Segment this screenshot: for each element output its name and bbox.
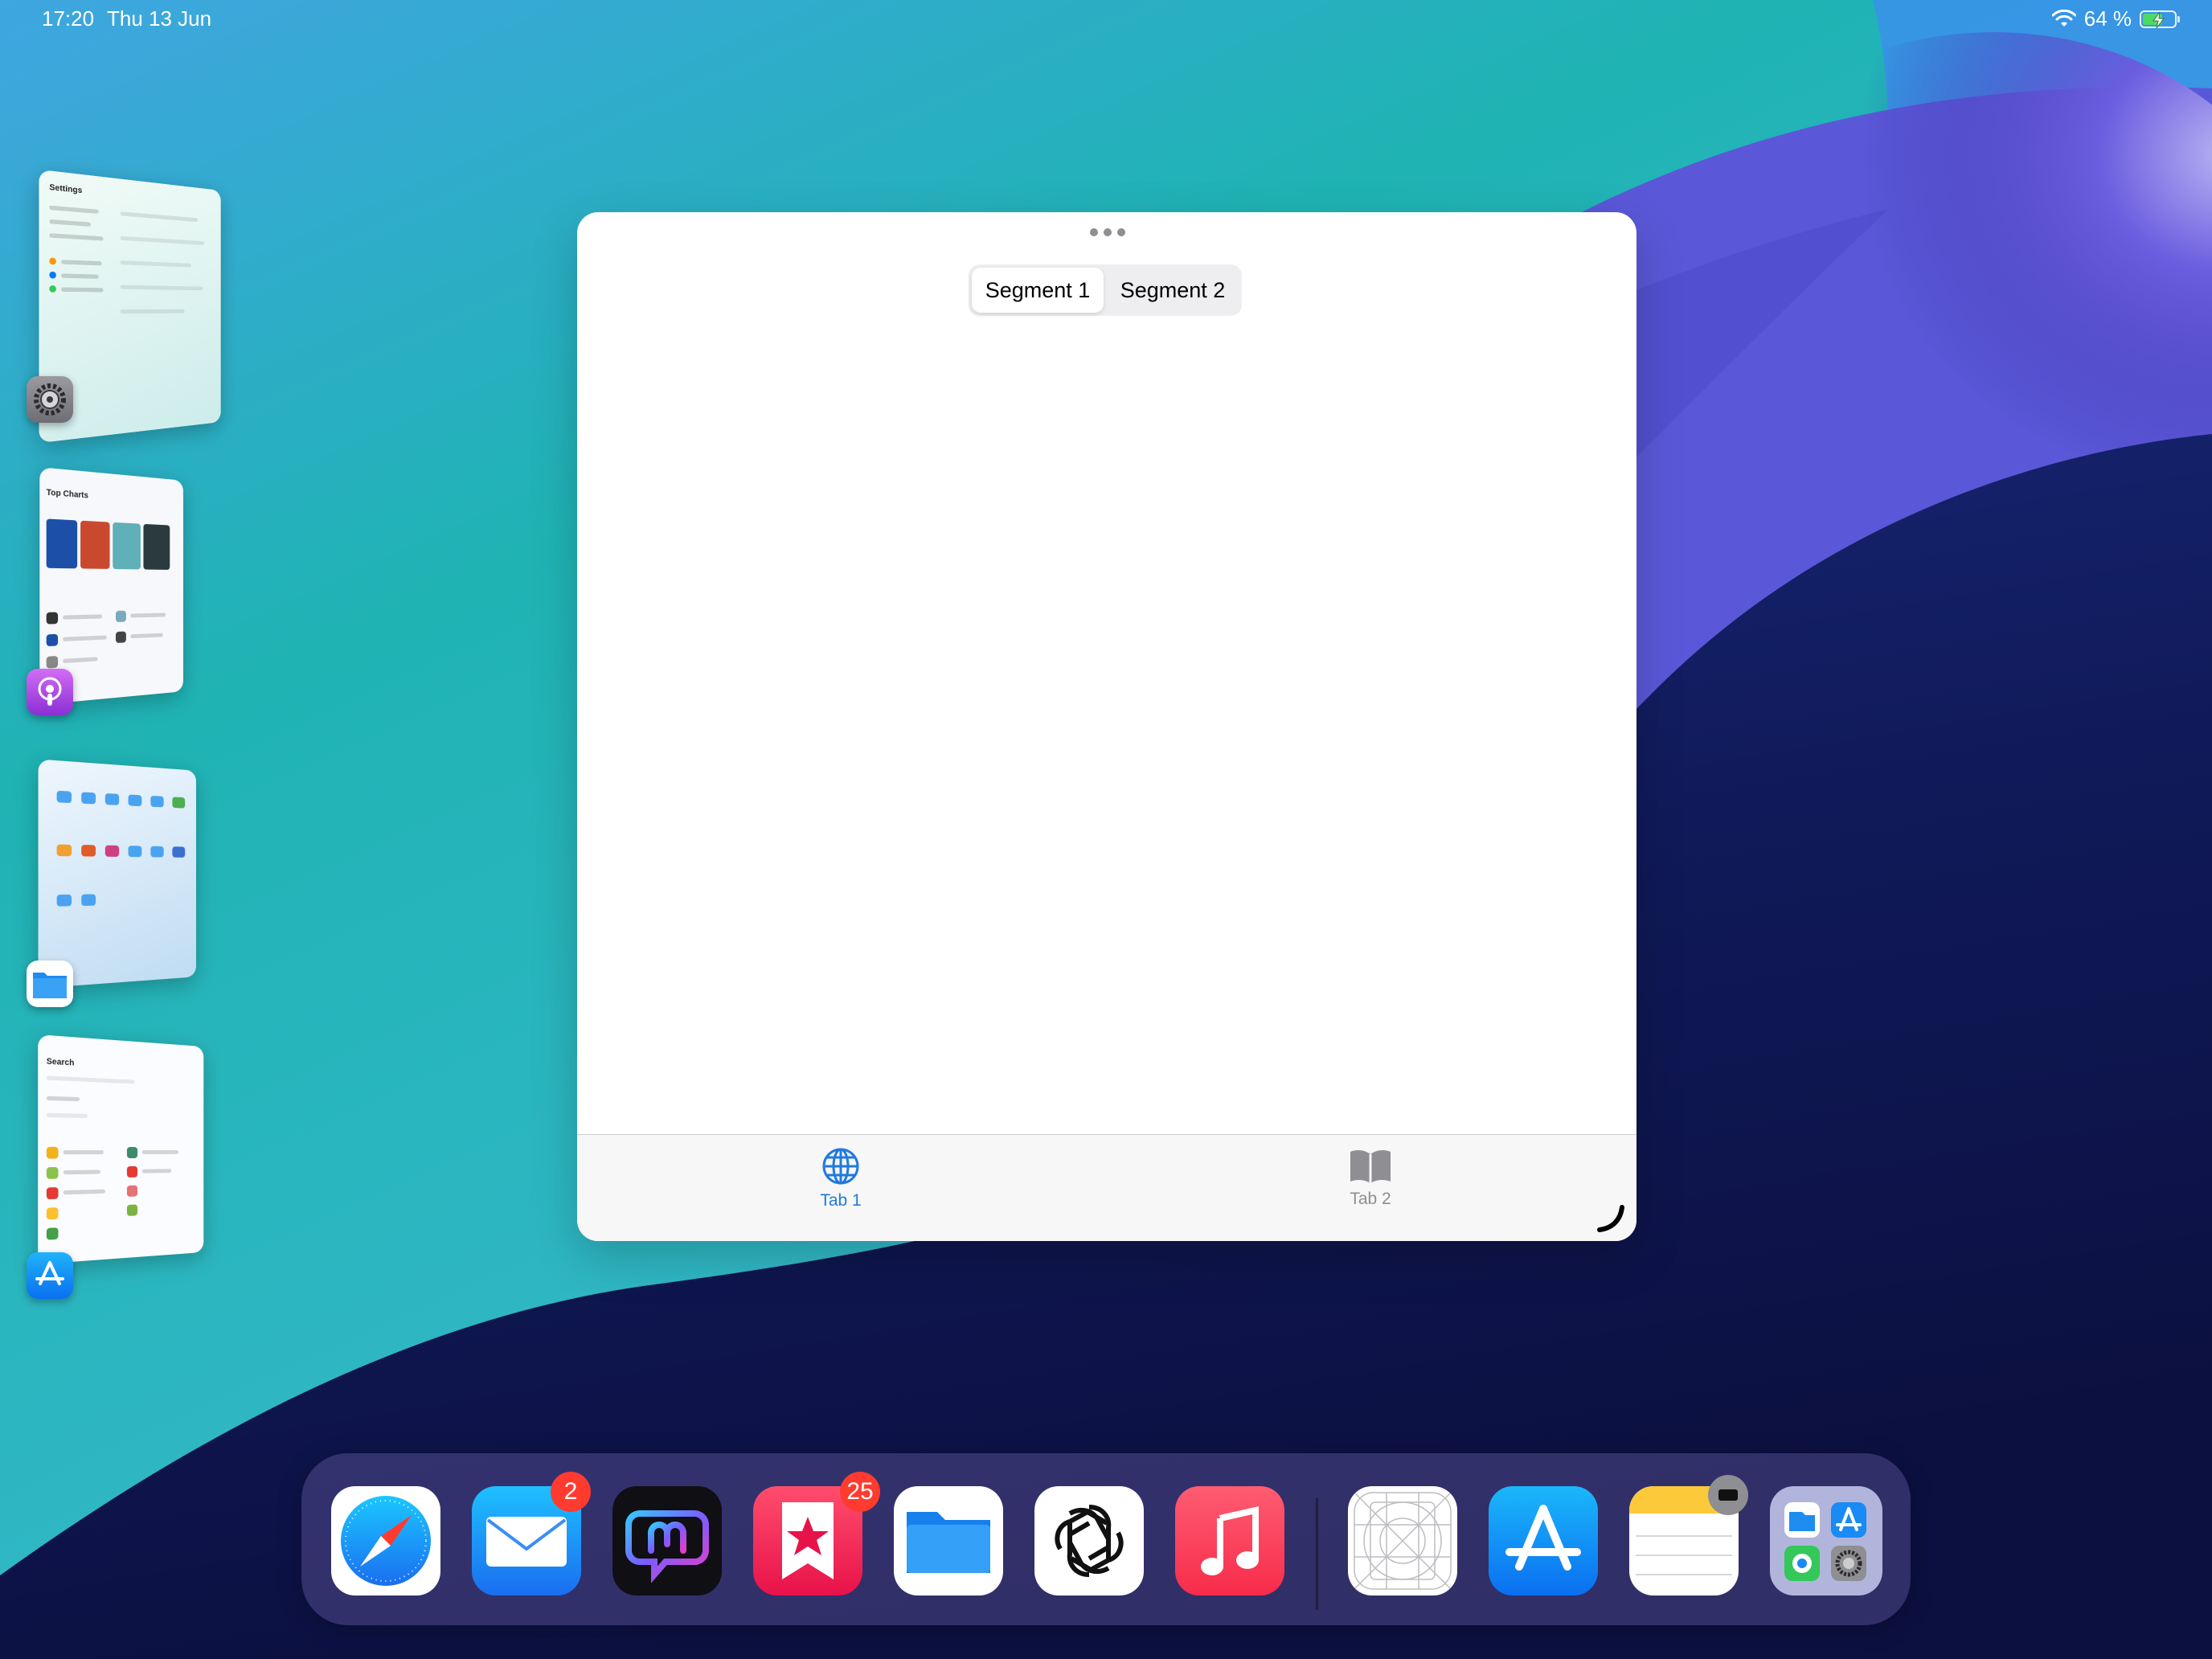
tab-1[interactable]: Tab 1 [784,1146,897,1210]
app-store-icon [35,1261,64,1285]
dock-app-safari[interactable] [331,1486,440,1596]
dock: 2 25 [301,1453,1911,1625]
bookmarks-badge: 25 [840,1472,880,1512]
tab-1-label: Tab 1 [820,1191,862,1210]
safari-compass-icon [341,1496,431,1586]
podcasts-icon [38,677,62,706]
globe-icon [822,1148,859,1185]
dock-app-app-store[interactable] [1489,1486,1598,1596]
dock-separator [1316,1497,1318,1610]
dot [1090,228,1098,236]
stage-thumbnail-app-store[interactable]: Search [38,1034,204,1264]
status-indicators: 64 % [2051,6,2180,31]
stage-app-icon-files[interactable] [27,961,73,1007]
dock-app-icon-template[interactable] [1348,1486,1457,1596]
dock-app-library[interactable] [1770,1486,1882,1596]
segment-2[interactable]: Segment 2 [1107,268,1239,313]
charging-bolt-icon [2153,11,2165,28]
grid-template-icon [1354,1492,1452,1590]
dock-app-chatgpt[interactable] [1034,1486,1144,1596]
files-folder-icon [907,1512,990,1573]
app-library-icon [1784,1502,1866,1581]
tab-bar: Tab 1 Tab 2 [577,1134,1636,1241]
segmented-control: Segment 1 Segment 2 [969,264,1242,316]
wifi-icon [2051,9,2076,27]
notes-window-badge [1708,1475,1748,1515]
mail-badge: 2 [551,1472,591,1512]
app-window: Segment 1 Segment 2 Tab 1 Tab 2 [577,212,1636,1241]
status-date: Thu 13 Jun [107,6,212,31]
dock-app-music[interactable] [1175,1486,1284,1596]
stage-app-icon-app-store[interactable] [27,1252,73,1299]
dock-app-files[interactable] [894,1486,1003,1596]
tab-2[interactable]: Tab 2 [1314,1146,1427,1209]
stage-app-icon-settings[interactable] [27,376,73,423]
battery-percentage: 64 % [2083,6,2132,31]
settings-gear-icon [34,383,66,416]
dot [1117,228,1125,236]
tab-2-label: Tab 2 [1350,1190,1391,1208]
thumbnail-title: Settings [49,182,83,196]
stage-thumbnail-files[interactable] [38,759,197,989]
app-store-icon [1505,1505,1581,1571]
dock-app-mastodon-client[interactable] [612,1486,722,1596]
window-options-button[interactable] [1090,227,1125,238]
thumbnail-title: Search [46,1057,75,1068]
segment-1[interactable]: Segment 1 [972,268,1104,313]
dock-app-notes[interactable] [1629,1475,1748,1596]
resize-handle-icon[interactable] [1595,1202,1627,1235]
dock-app-bookmarks[interactable]: 25 [753,1472,880,1596]
battery-icon [2140,10,2180,28]
dock-app-mail[interactable]: 2 [472,1472,591,1596]
stage-app-icon-podcasts[interactable] [27,669,73,715]
book-icon [1350,1150,1391,1183]
chatgpt-knot-icon [1055,1505,1124,1577]
status-time: 17:20 [42,6,95,31]
chat-bubble-icon [625,1510,709,1583]
dot [1104,228,1112,236]
music-note-icon [1201,1505,1259,1575]
files-folder-icon [33,973,67,998]
thumbnail-title: Top Charts [46,488,88,501]
